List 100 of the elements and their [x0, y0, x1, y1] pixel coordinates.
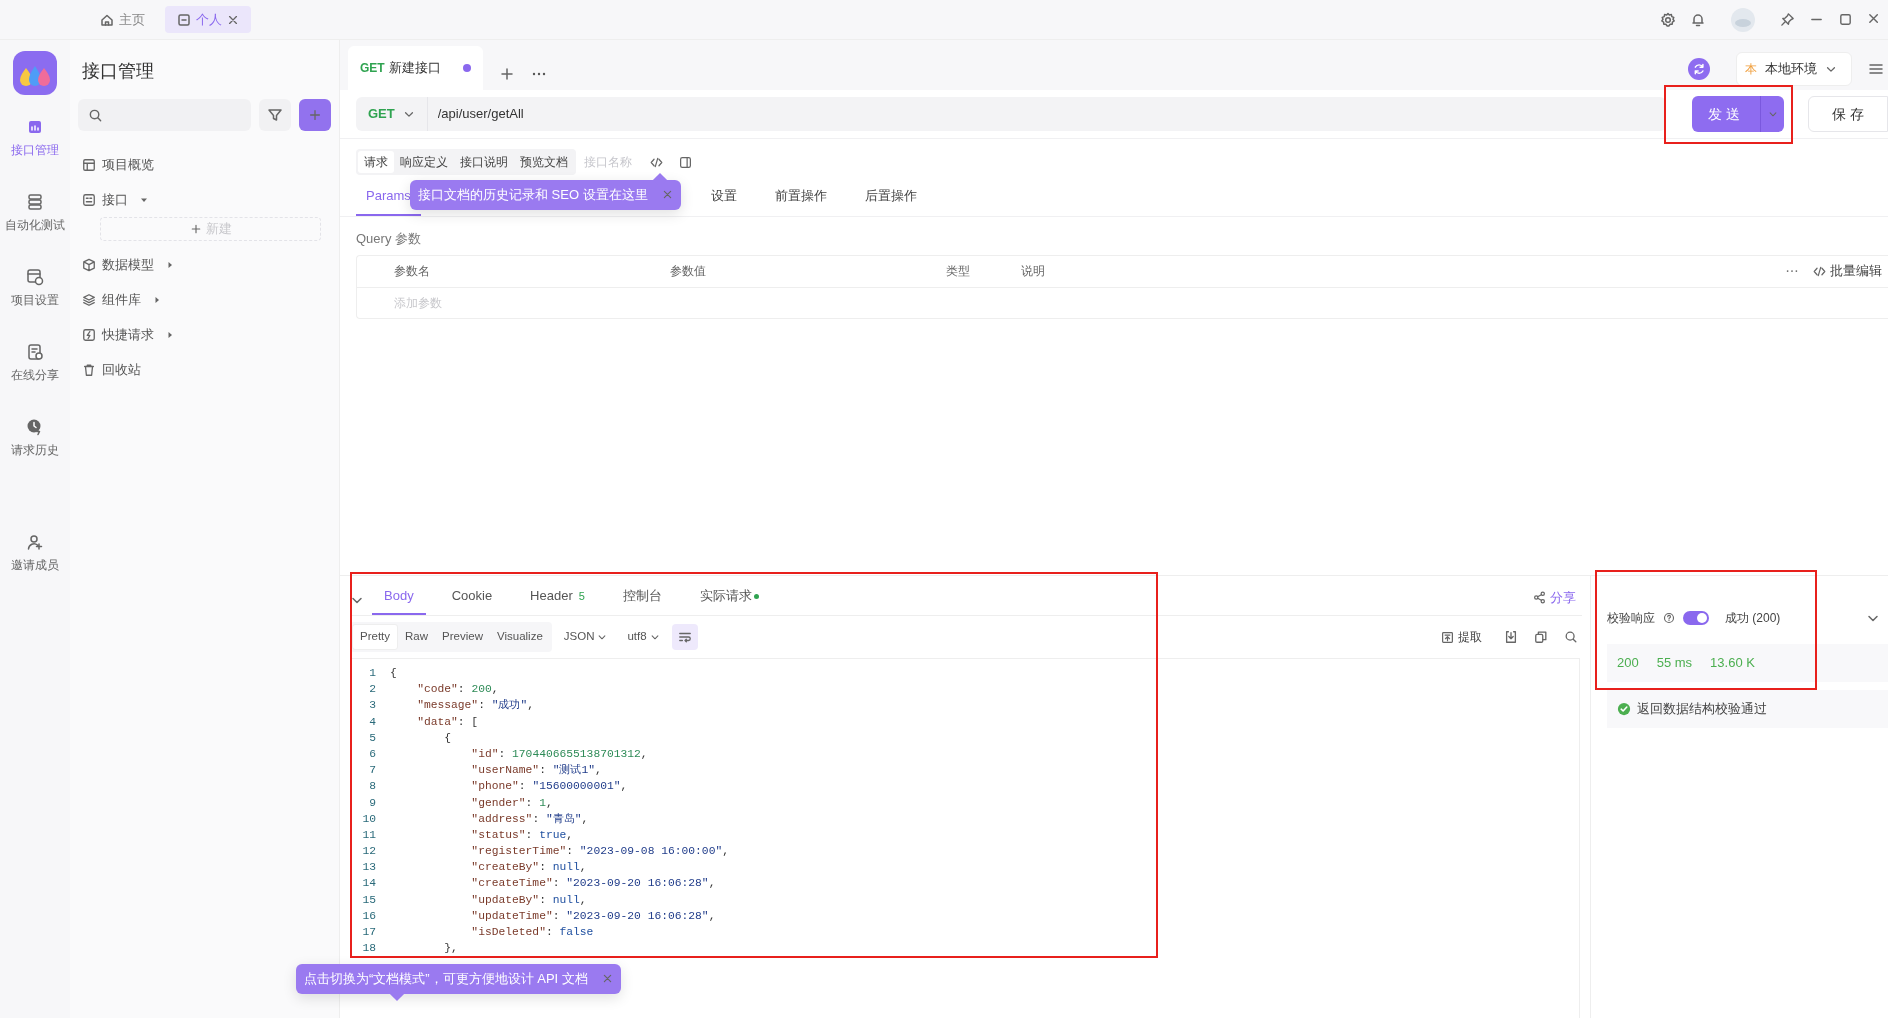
- window-tab[interactable]: 主页: [88, 5, 157, 34]
- wrap-button[interactable]: [671, 624, 698, 650]
- item-icon: [82, 327, 96, 342]
- sidebar-item[interactable]: 项目概览: [78, 147, 331, 182]
- section-label: Query 参数: [355, 230, 422, 248]
- response-tab[interactable]: Cookie: [439, 579, 505, 615]
- code-line: {: [390, 666, 397, 681]
- code-line: "userName": "测试1",: [470, 763, 602, 779]
- close-icon[interactable]: [227, 13, 239, 26]
- item-icon: [82, 257, 96, 272]
- menu-icon[interactable]: [1868, 61, 1884, 77]
- download-icon[interactable]: [1504, 630, 1518, 644]
- code-line: "updateTime": "2023-09-20 16:06:28",: [470, 908, 716, 924]
- share-icon: [1533, 590, 1546, 604]
- column-header: 参数名: [394, 263, 431, 280]
- sidebar-item[interactable]: 数据模型: [78, 247, 331, 282]
- extract-icon: [1441, 630, 1454, 644]
- line-number: 16: [361, 908, 377, 924]
- panel-icon[interactable]: [679, 155, 692, 169]
- nav-icon: [26, 268, 44, 286]
- environment-select[interactable]: 本 本地环境: [1736, 52, 1852, 86]
- plus-icon: [308, 108, 322, 122]
- bell-icon[interactable]: [1690, 11, 1706, 28]
- validation-label: 校验响应: [1607, 610, 1655, 627]
- tooltip-text: 点击切换为“文档模式”，可更方便地设计 API 文档: [304, 970, 588, 988]
- nav-rail-item[interactable]: 请求历史: [0, 418, 70, 459]
- line-number: 11: [361, 827, 377, 843]
- request-tab[interactable]: GET 新建接口: [348, 46, 483, 90]
- toggle-switch[interactable]: [1683, 611, 1709, 625]
- url-field[interactable]: /api/user/getAll: [427, 104, 1666, 124]
- chevron-down-icon: [597, 632, 608, 642]
- result-text: 成功 (200): [1725, 610, 1781, 627]
- nav-rail-item[interactable]: 邀请成员: [0, 533, 70, 574]
- line-number: 1: [368, 666, 377, 681]
- param-tab[interactable]: 前置操作: [764, 178, 837, 216]
- response-tab[interactable]: Body: [372, 579, 426, 615]
- refresh-icon[interactable]: [1688, 58, 1710, 80]
- copy-icon[interactable]: [1534, 630, 1548, 644]
- bulk-edit-button[interactable]: 批量编辑: [1807, 261, 1888, 281]
- column-header: 类型: [946, 263, 971, 280]
- item-icon: [82, 157, 96, 172]
- pin-icon[interactable]: [1780, 12, 1795, 27]
- mode-tab[interactable]: 请求: [358, 151, 394, 173]
- sidebar-item[interactable]: 组件库: [78, 282, 331, 317]
- nav-rail-item[interactable]: 自动化测试: [0, 193, 70, 234]
- search-field[interactable]: [78, 99, 251, 131]
- encoding-select[interactable]: utf8: [619, 628, 668, 646]
- code-line: "phone": "15600000001",: [470, 779, 628, 795]
- nav-icon: [26, 533, 44, 551]
- nav-rail-item[interactable]: 项目设置: [0, 268, 70, 309]
- save-button[interactable]: 保 存: [1808, 96, 1888, 132]
- url-bar[interactable]: GET /api/user/getAll: [356, 97, 1666, 131]
- sidebar-item[interactable]: 接口: [78, 182, 331, 217]
- extract-button[interactable]: 提取: [1435, 628, 1488, 646]
- line-number: 7: [368, 763, 377, 779]
- response-tab[interactable]: 控制台: [610, 579, 674, 615]
- code-line: {: [443, 730, 451, 746]
- line-number: 6: [368, 746, 377, 762]
- share-button[interactable]: 分享: [1527, 587, 1582, 607]
- filter-button[interactable]: [259, 99, 291, 131]
- code-line: "code": 200,: [416, 682, 499, 698]
- plus-icon: [189, 223, 202, 235]
- param-tab[interactable]: 设置: [700, 178, 747, 216]
- nav-rail-item[interactable]: 在线分享: [0, 343, 70, 384]
- format-tab[interactable]: Pretty: [352, 624, 399, 650]
- plus-icon[interactable]: [498, 66, 515, 82]
- code-line: "updateBy": null,: [470, 892, 587, 908]
- line-number: 5: [368, 730, 377, 746]
- code-icon[interactable]: [650, 155, 663, 169]
- maximize-icon[interactable]: [1838, 12, 1853, 27]
- settings-icon[interactable]: [1660, 11, 1676, 28]
- nav-icon: [26, 343, 44, 361]
- mode-tab[interactable]: 响应定义: [394, 151, 454, 173]
- send-button[interactable]: 发送: [1692, 96, 1760, 132]
- type-select[interactable]: JSON: [555, 628, 616, 646]
- filter-icon: [267, 107, 283, 123]
- format-tab[interactable]: Preview: [435, 624, 490, 650]
- help-icon[interactable]: [1663, 612, 1675, 624]
- nav-icon: [26, 118, 44, 136]
- mode-tab[interactable]: 预览文档: [514, 151, 574, 173]
- mode-tab[interactable]: 接口说明: [454, 151, 514, 173]
- format-tab[interactable]: Visualize: [489, 624, 550, 650]
- line-number: 4: [368, 714, 377, 730]
- line-number: 10: [361, 811, 377, 827]
- response-tab[interactable]: Header 5: [518, 579, 597, 615]
- sidebar-item[interactable]: 快捷请求: [78, 317, 331, 352]
- add-button[interactable]: [299, 99, 331, 131]
- nav-rail-item[interactable]: 接口管理: [0, 118, 70, 159]
- nav-icon: [26, 193, 44, 211]
- response-tab[interactable]: 实际请求: [687, 579, 771, 615]
- code-line: "status": true,: [470, 827, 574, 843]
- format-tab[interactable]: Raw: [398, 624, 436, 650]
- chevron-down-icon: [1767, 109, 1778, 119]
- param-tab[interactable]: 后置操作: [854, 178, 927, 216]
- code-line: "data": [: [416, 714, 479, 730]
- code-line: "registerTime": "2023-09-08 16:00:00",: [470, 844, 729, 860]
- sidebar-item[interactable]: 回收站: [78, 352, 331, 387]
- search-icon[interactable]: [1564, 630, 1578, 644]
- code-icon: [1813, 264, 1826, 278]
- page-icon: [177, 12, 191, 27]
